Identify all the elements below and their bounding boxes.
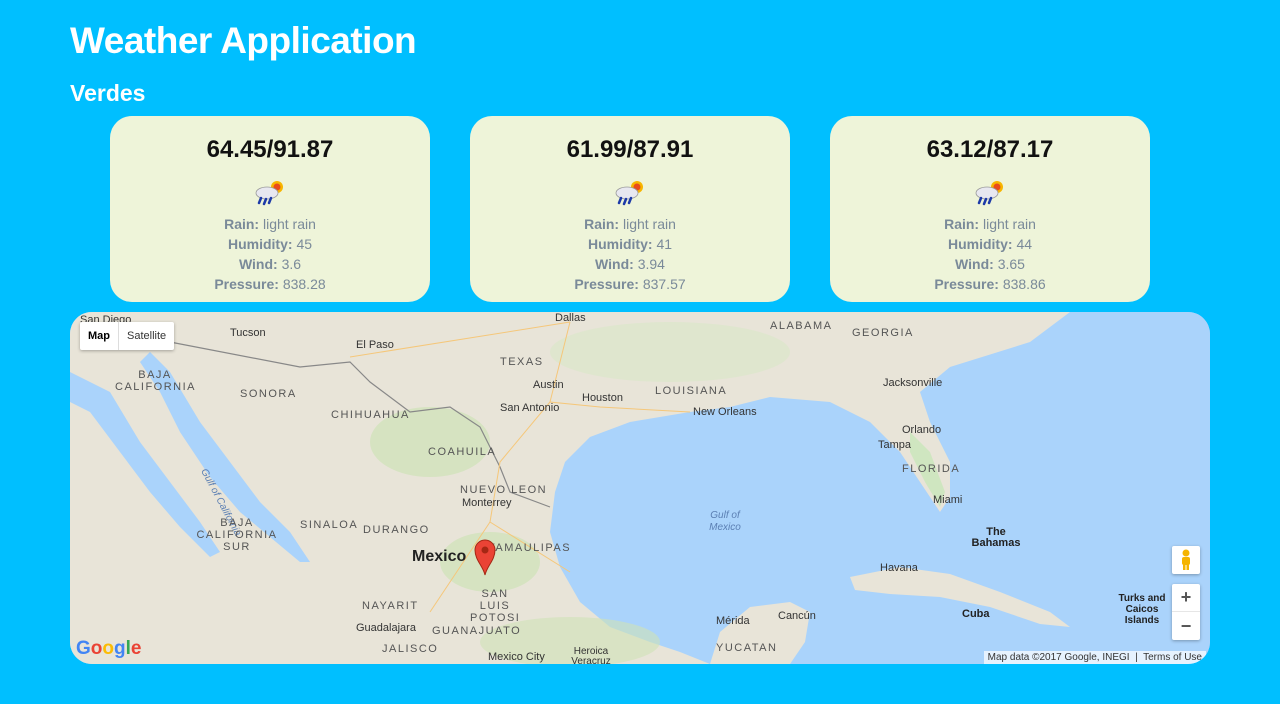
map-label: GEORGIA [852, 327, 914, 339]
city-title: Verdes [70, 80, 146, 106]
pressure-value: 838.86 [1002, 276, 1046, 292]
wind-label: Wind: [955, 256, 994, 272]
map-label: GUANAJUATO [432, 625, 522, 637]
humidity-label: Humidity: [587, 236, 653, 252]
map-label: Jacksonville [883, 377, 943, 389]
map-type-satellite-button[interactable]: Satellite [119, 322, 174, 350]
map-label: Cancún [778, 610, 816, 622]
humidity-value: 44 [1016, 236, 1033, 252]
zoom-control: + − [1172, 584, 1200, 640]
map-label: BAJA CALIFORNIA [115, 369, 197, 393]
map-label: Dallas [555, 312, 586, 324]
map-label: BAJA CALIFORNIA SUR [196, 517, 278, 553]
rain-label: Rain: [584, 216, 620, 232]
map-label: Miami [933, 494, 963, 506]
map-label: JALISCO [382, 643, 439, 655]
map-label: DURANGO [363, 524, 430, 536]
map-label: SONORA [240, 388, 297, 400]
rain-label: Rain: [944, 216, 980, 232]
map-label: Mexico City [488, 651, 545, 663]
rain-sun-icon [255, 181, 283, 206]
temperature-range: 61.99/87.91 [566, 136, 694, 163]
map-label: Havana [880, 562, 918, 574]
rain-sun-icon [615, 181, 643, 206]
map-label: CHIHUAHUA [331, 409, 410, 421]
street-view-button[interactable] [1172, 546, 1200, 574]
forecast-card: 61.99/87.91 Rain: light rain Humidity: 4… [470, 116, 790, 302]
pressure-value: 838.28 [282, 276, 326, 292]
map-label: Mérida [716, 615, 750, 627]
map-type-control: Map Satellite [80, 322, 175, 350]
wind-label: Wind: [595, 256, 634, 272]
google-logo[interactable]: Google [76, 638, 141, 660]
map-terrain [70, 312, 1210, 664]
map-label: Mexico [412, 548, 467, 565]
map-label: Turks and Caicos Islands [1118, 593, 1166, 626]
temperature-range: 64.45/91.87 [206, 136, 334, 163]
map-label: SINALOA [300, 519, 359, 531]
map-label: Monterrey [462, 497, 512, 509]
pressure-label: Pressure: [574, 276, 639, 292]
terms-link[interactable]: Terms of Use [1143, 652, 1202, 663]
map-label: NAYARIT [362, 600, 419, 612]
map-label: YUCATAN [716, 642, 778, 654]
wind-value: 3.65 [997, 256, 1025, 272]
rain-value: light rain [982, 216, 1036, 232]
pressure-value: 837.57 [642, 276, 686, 292]
pegman-icon [1182, 549, 1190, 570]
map-label: Houston [582, 392, 623, 404]
forecast-card: 64.45/91.87 Rain: light rain Humidity: 4… [110, 116, 430, 302]
map-view[interactable]: San Diego Tucson El Paso Dallas ALABAMA … [70, 312, 1210, 664]
map-label: The Bahamas [971, 526, 1021, 549]
pressure-label: Pressure: [214, 276, 279, 292]
map-label: Cuba [962, 608, 990, 620]
map-label: Heroica Veracruz [571, 646, 611, 665]
map-label: LOUISIANA [655, 385, 728, 397]
map-label: Tampa [878, 439, 912, 451]
zoom-in-button[interactable]: + [1172, 584, 1200, 612]
rain-label: Rain: [224, 216, 260, 232]
map-label: Gulf of Mexico [709, 510, 741, 533]
map-label: TAMAULIPAS [488, 542, 572, 554]
map-label: Austin [533, 379, 564, 391]
rain-value: light rain [622, 216, 676, 232]
map-label: COAHUILA [428, 446, 497, 458]
map-label: New Orleans [693, 406, 757, 418]
zoom-out-button[interactable]: − [1172, 612, 1200, 640]
humidity-value: 45 [296, 236, 313, 252]
temperature-range: 63.12/87.17 [926, 136, 1054, 163]
map-label: ALABAMA [770, 320, 833, 332]
forecast-card: 63.12/87.17 Rain: light rain Humidity: 4… [830, 116, 1150, 302]
wind-value: 3.94 [637, 256, 665, 272]
map-label: FLORIDA [902, 463, 961, 475]
map-type-map-button[interactable]: Map [80, 322, 119, 350]
location-marker-icon[interactable] [474, 538, 496, 576]
map-label: SAN LUIS POTOSI [470, 588, 521, 624]
humidity-value: 41 [656, 236, 673, 252]
map-label: Tucson [230, 327, 266, 339]
wind-label: Wind: [238, 256, 278, 272]
map-label: NUEVO LEON [460, 484, 548, 496]
attribution-text: Map data ©2017 Google, INEGI [987, 652, 1130, 663]
pressure-label: Pressure: [934, 276, 999, 292]
humidity-label: Humidity: [227, 236, 293, 252]
map-label: TEXAS [500, 356, 544, 368]
wind-value: 3.6 [281, 256, 302, 272]
map-label: San Antonio [500, 402, 560, 414]
humidity-label: Humidity: [947, 236, 1013, 252]
app-title: Weather Application [70, 20, 417, 61]
rain-value: light rain [262, 216, 316, 232]
map-attribution: Map data ©2017 Google, INEGI | Terms of … [983, 651, 1206, 664]
map-label: Guadalajara [356, 622, 416, 634]
rain-sun-icon [975, 181, 1003, 206]
map-label: El Paso [356, 339, 394, 351]
map-label: Orlando [902, 424, 942, 436]
